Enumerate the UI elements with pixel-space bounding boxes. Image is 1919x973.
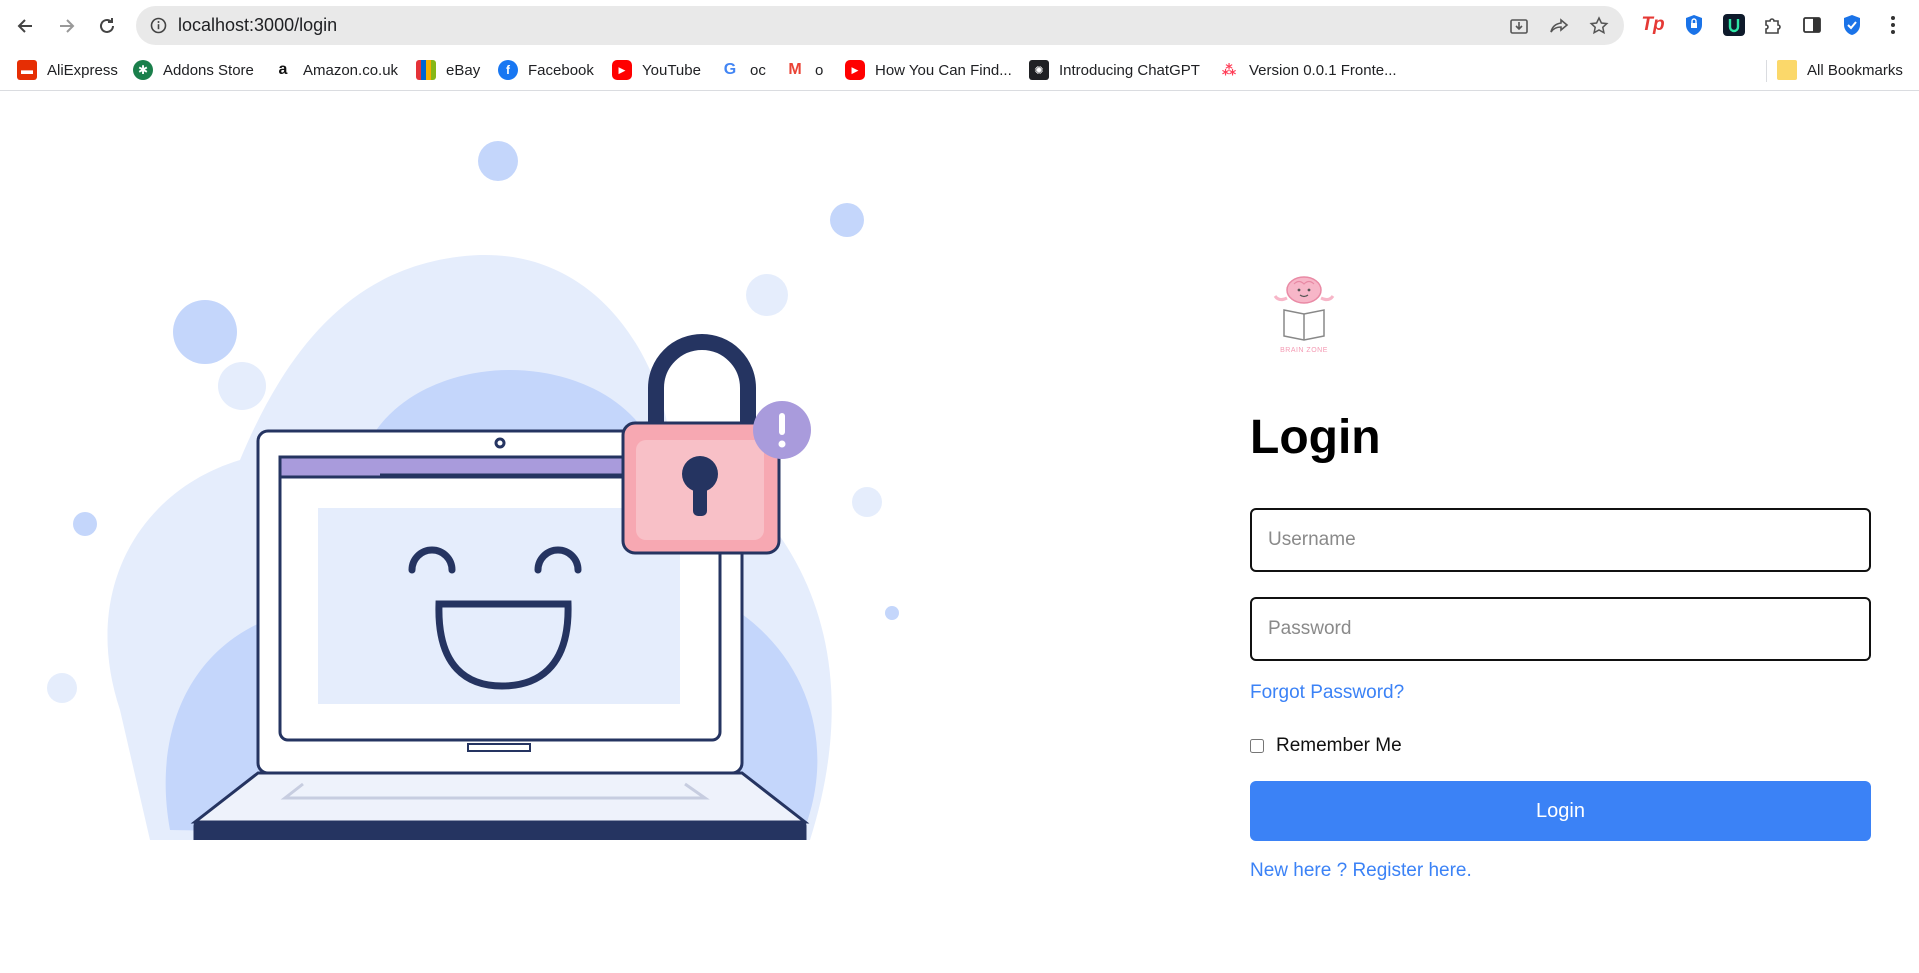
tp-extension-icon[interactable]: Tp <box>1640 11 1666 39</box>
remember-me-label: Remember Me <box>1276 735 1402 756</box>
remember-me-checkbox[interactable] <box>1250 739 1264 753</box>
forward-arrow-icon <box>60 19 75 33</box>
bookmark-introducing-chatgpt[interactable]: ✺ Introducing ChatGPT <box>1029 57 1200 83</box>
bubble <box>173 300 237 364</box>
u-extension-icon[interactable] <box>1721 11 1747 39</box>
bookmark-label: eBay <box>446 61 481 79</box>
bubble <box>885 606 899 620</box>
install-app-icon[interactable] <box>1506 15 1532 37</box>
bookmarks-divider <box>1766 60 1767 82</box>
alert-badge-icon <box>753 401 811 459</box>
browser-menu-icon[interactable] <box>1880 11 1906 39</box>
bookmark-star-icon[interactable] <box>1586 15 1612 37</box>
bubble <box>218 362 266 410</box>
folder-icon <box>1777 60 1797 80</box>
bookmark-label: Facebook <box>528 61 594 79</box>
back-arrow-icon <box>17 19 32 33</box>
bookmark-youtube[interactable]: ▶ YouTube <box>612 57 701 83</box>
reload-icon <box>100 18 114 33</box>
all-bookmarks-label: All Bookmarks <box>1807 61 1903 79</box>
youtube-icon: ▶ <box>845 60 865 80</box>
register-link[interactable]: New here ? Register here. <box>1250 860 1472 882</box>
reload-button[interactable] <box>91 10 123 42</box>
bookmark-label: Addons Store <box>163 61 254 79</box>
ebay-icon <box>416 60 436 80</box>
bookmark-gmail[interactable]: M o <box>785 57 823 83</box>
forgot-password-link[interactable]: Forgot Password? <box>1250 682 1404 704</box>
youtube-icon: ▶ <box>612 60 632 80</box>
shield-check-extension-icon[interactable] <box>1839 11 1865 39</box>
login-button[interactable]: Login <box>1250 781 1871 841</box>
bookmark-label: Introducing ChatGPT <box>1059 61 1200 79</box>
aliexpress-icon: ▬ <box>17 60 37 80</box>
logo-text: BRAIN ZONE <box>1280 347 1328 354</box>
bookmark-label: Version 0.0.1 Fronte... <box>1249 61 1397 79</box>
bookmark-addons-store[interactable]: ✱ Addons Store <box>133 57 254 83</box>
bookmark-label: Amazon.co.uk <box>303 61 399 79</box>
forward-button[interactable] <box>50 10 82 42</box>
bookmark-amazon[interactable]: a Amazon.co.uk <box>273 57 398 83</box>
bookmark-label: How You Can Find... <box>875 61 1012 79</box>
monday-icon: ⁂ <box>1219 60 1239 80</box>
share-icon[interactable] <box>1546 15 1572 37</box>
all-bookmarks-folder[interactable]: All Bookmarks <box>1777 57 1903 83</box>
bubble <box>47 673 77 703</box>
username-input[interactable] <box>1250 508 1871 572</box>
bookmark-how-you-can-find[interactable]: ▶ How You Can Find... <box>845 57 1012 83</box>
bubble <box>746 274 788 316</box>
bookmarks-bar: ▬ AliExpress ✱ Addons Store a Amazon.co.… <box>0 51 1919 91</box>
bookmark-facebook[interactable]: f Facebook <box>498 57 594 83</box>
side-panel-icon[interactable] <box>1799 11 1825 39</box>
password-manager-extension-icon[interactable] <box>1681 11 1707 39</box>
facebook-icon: f <box>498 60 518 80</box>
password-input[interactable] <box>1250 597 1871 661</box>
brain-zone-logo: BRAIN ZONE <box>1273 276 1335 354</box>
bookmark-google-oc[interactable]: G oc <box>720 57 766 83</box>
bubble <box>830 203 864 237</box>
bubble <box>73 512 97 536</box>
bookmark-version-frontend[interactable]: ⁂ Version 0.0.1 Fronte... <box>1219 57 1397 83</box>
addons-store-icon: ✱ <box>133 60 153 80</box>
site-info-icon[interactable] <box>150 17 167 39</box>
bookmark-label: YouTube <box>642 61 701 79</box>
amazon-icon: a <box>273 60 293 80</box>
bookmark-ebay[interactable]: eBay <box>416 57 480 83</box>
page-title: Login <box>1250 411 1381 464</box>
secure-laptop-illustration <box>47 141 899 840</box>
remember-me[interactable]: Remember Me <box>1250 735 1402 757</box>
address-url[interactable]: localhost:3000/login <box>178 15 337 36</box>
bubble <box>478 141 518 181</box>
address-bar[interactable]: localhost:3000/login <box>136 6 1624 45</box>
bookmark-label: AliExpress <box>47 61 118 79</box>
gmail-icon: M <box>785 60 805 80</box>
back-button[interactable] <box>10 10 42 42</box>
bookmark-aliexpress[interactable]: ▬ AliExpress <box>17 57 118 83</box>
chatgpt-icon: ✺ <box>1029 60 1049 80</box>
bookmark-label: o <box>815 61 824 79</box>
bubble <box>852 487 882 517</box>
browser-toolbar: localhost:3000/login Tp <box>0 0 1919 51</box>
google-icon: G <box>720 60 740 80</box>
bookmark-label: oc <box>750 61 766 79</box>
extensions-puzzle-icon[interactable] <box>1760 11 1786 39</box>
